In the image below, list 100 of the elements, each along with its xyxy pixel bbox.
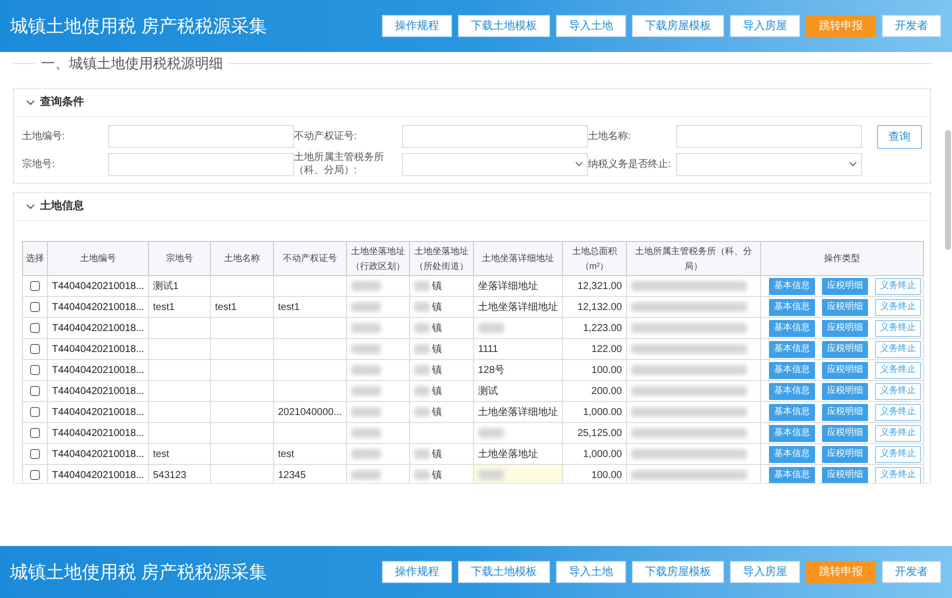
checkbox[interactable]	[30, 364, 40, 375]
action-button[interactable]: 基本信息	[769, 446, 815, 462]
toolbar-button[interactable]: 下载房屋模板	[632, 561, 724, 583]
action-button[interactable]: 基本信息	[769, 320, 815, 336]
input-field[interactable]	[676, 125, 862, 148]
input-field[interactable]	[108, 125, 294, 148]
action-button[interactable]: 义务终止	[875, 424, 921, 442]
panel-title: 查询条件	[40, 94, 84, 110]
checkbox[interactable]	[30, 302, 40, 312]
action-button[interactable]: 基本信息	[769, 382, 815, 400]
table-cell: T44040420210018...	[52, 344, 144, 354]
input-field[interactable]	[108, 152, 294, 176]
scrollbar-thumb[interactable]	[945, 130, 951, 250]
checkbox[interactable]	[30, 428, 40, 438]
toolbar-button[interactable]: 下载房屋模板	[632, 15, 724, 37]
action-button[interactable]: 基本信息	[769, 362, 815, 378]
select-field[interactable]	[402, 152, 588, 176]
toolbar-button[interactable]: 导入房屋	[730, 15, 800, 37]
action-button[interactable]: 义务终止	[875, 446, 921, 462]
action-button[interactable]: 义务终止	[875, 320, 921, 336]
action-button[interactable]: 基本信息	[769, 298, 815, 316]
field-label: 纳税义务是否终止:	[588, 158, 672, 170]
table-cell-text: 镇	[432, 322, 442, 336]
toolbar-button[interactable]: 下载土地模板	[458, 561, 550, 583]
action-button[interactable]: 义务终止	[875, 382, 921, 400]
table-cell: 12,321.00	[578, 280, 622, 292]
action-button[interactable]: 基本信息	[769, 466, 815, 483]
select-field[interactable]	[676, 152, 862, 176]
checkbox[interactable]	[30, 386, 40, 396]
table-cell: 1111	[474, 338, 562, 360]
action-button[interactable]: 应税明细	[822, 446, 868, 462]
action-button[interactable]: 基本信息	[769, 340, 815, 358]
checkbox[interactable]	[30, 470, 40, 480]
toolbar-button[interactable]: 操作规程	[382, 561, 452, 583]
action-button[interactable]: 义务终止	[875, 340, 921, 358]
app-title: 城镇土地使用税 房产税税源采集	[10, 14, 268, 38]
action-button[interactable]: 应税明细	[822, 382, 868, 400]
action-button[interactable]: 义务终止	[875, 404, 921, 420]
table-cell: test	[153, 448, 170, 460]
checkbox[interactable]	[30, 344, 40, 354]
column-header: 不动产权证号	[274, 242, 346, 276]
input-field[interactable]	[402, 125, 588, 148]
toolbar-button[interactable]: 开发者	[882, 15, 941, 37]
redacted-text	[414, 386, 430, 396]
action-button[interactable]: 应税明细	[822, 340, 868, 358]
action-button[interactable]: 应税明细	[822, 278, 868, 294]
action-button[interactable]: 应税明细	[822, 424, 868, 442]
redacted-text	[414, 449, 430, 459]
toolbar-button[interactable]: 开发者	[882, 561, 941, 583]
table-cell: 128号	[474, 360, 562, 380]
table-cell: 25,125.00	[578, 428, 622, 438]
toolbar-button[interactable]: 跳转申报	[806, 15, 876, 37]
table-cell: T44040420210018...	[52, 470, 144, 480]
toolbar-button[interactable]: 跳转申报	[806, 561, 876, 583]
checkbox[interactable]	[30, 280, 40, 291]
table-cell: 12,132.00	[578, 302, 622, 312]
panel-title: 土地信息	[40, 198, 84, 214]
table-cell-text: 镇	[432, 406, 442, 420]
field-label: 不动产权证号:	[294, 130, 358, 143]
action-button[interactable]: 基本信息	[769, 278, 815, 294]
table-cell: 1,223.00	[583, 322, 622, 334]
redacted-text	[478, 428, 504, 438]
field-label: 宗地号:	[22, 158, 56, 170]
action-button[interactable]: 基本信息	[769, 424, 815, 442]
section-title: 一、城镇土地使用税税源明细	[40, 54, 224, 72]
column-header: 土地编号	[48, 242, 148, 276]
toolbar-button[interactable]: 导入土地	[556, 15, 626, 37]
column-header: 选择	[22, 242, 48, 276]
chevron-down-icon[interactable]	[26, 98, 35, 107]
action-button[interactable]: 应税明细	[822, 404, 868, 420]
action-button[interactable]: 应税明细	[822, 320, 868, 336]
toolbar-button[interactable]: 导入土地	[556, 561, 626, 583]
column-header: 土地坐落地址（所处街道）	[410, 242, 474, 276]
table-cell-text: 镇	[432, 384, 442, 398]
checkbox[interactable]	[30, 322, 40, 333]
field-label: 土地编号:	[22, 130, 66, 143]
table-cell-text: 镇	[432, 280, 442, 294]
table-cell-text: 镇	[432, 342, 442, 356]
toolbar-button[interactable]: 导入房屋	[730, 561, 800, 583]
redacted-text	[351, 344, 381, 354]
table-cell: T44040420210018...	[52, 428, 144, 438]
action-button[interactable]: 义务终止	[875, 466, 921, 483]
toolbar-button[interactable]: 下载土地模板	[458, 15, 550, 37]
chevron-down-icon[interactable]	[26, 202, 35, 211]
action-button[interactable]: 应税明细	[822, 362, 868, 378]
table-cell: test1	[278, 302, 300, 312]
field-label: 土地名称:	[588, 130, 632, 143]
action-button[interactable]: 基本信息	[769, 404, 815, 420]
action-button[interactable]: 应税明细	[822, 298, 868, 316]
action-button[interactable]: 义务终止	[875, 298, 921, 316]
checkbox[interactable]	[30, 448, 40, 459]
toolbar-button[interactable]: 操作规程	[382, 15, 452, 37]
table-cell: 1,000.00	[583, 448, 622, 460]
table-cell: T44040420210018...	[52, 406, 144, 418]
search-button[interactable]: 查询	[877, 125, 922, 149]
redacted-text	[351, 302, 381, 312]
checkbox[interactable]	[30, 406, 40, 417]
action-button[interactable]: 义务终止	[875, 278, 921, 294]
action-button[interactable]: 义务终止	[875, 362, 921, 378]
action-button[interactable]: 应税明细	[822, 466, 868, 483]
